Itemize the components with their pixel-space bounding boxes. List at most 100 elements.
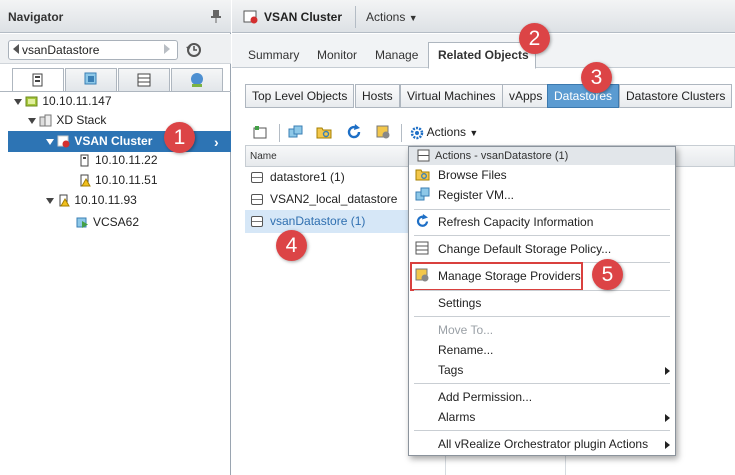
menu-item-register-vm[interactable]: Register VM... — [438, 188, 514, 202]
tree-item-vm[interactable]: VCSA62 — [76, 212, 139, 232]
browse-files-icon — [415, 169, 430, 181]
page-title: VSAN Cluster — [264, 10, 343, 24]
tree-label: 10.10.11.147 — [42, 94, 112, 108]
tree-label: VSAN Cluster — [74, 134, 153, 148]
menu-separator — [414, 209, 670, 210]
tree-item-host-b[interactable]: 10.10.11.51 — [78, 170, 158, 190]
tree-label: XD Stack — [56, 113, 107, 127]
submenu-arrow-icon — [665, 367, 670, 375]
row-label: datastore1 (1) — [270, 170, 345, 184]
browse-files-icon[interactable] — [316, 124, 332, 140]
refresh-icon — [416, 214, 429, 227]
tree-item-host-top[interactable]: 10.10.11.147 — [14, 91, 112, 111]
table-row-selected[interactable]: vsanDatastore (1) — [245, 210, 410, 233]
menu-separator — [414, 235, 670, 236]
pin-icon[interactable] — [210, 9, 224, 23]
callout-badge: 2 — [519, 23, 550, 54]
submenu-arrow-icon — [665, 414, 670, 422]
row-label: VSAN2_local_datastore — [270, 192, 398, 206]
tree-item-xd-stack[interactable]: XD Stack — [28, 110, 106, 130]
caret-down-icon: ▼ — [469, 128, 479, 138]
subtab-top-level-objects[interactable]: Top Level Objects — [245, 84, 355, 108]
tree-item-host-a[interactable]: 10.10.11.22 — [78, 150, 158, 170]
callout-badge: 3 — [581, 62, 612, 93]
row-label: vsanDatastore (1) — [270, 214, 366, 228]
manage-storage-icon — [415, 268, 429, 282]
menu-item-settings[interactable]: Settings — [438, 296, 481, 310]
callout-badge: 5 — [592, 259, 623, 290]
new-datastore-icon[interactable] — [252, 124, 268, 140]
tree-item-host-c[interactable]: 10.10.11.93 — [46, 190, 137, 210]
tab-storage[interactable] — [118, 68, 170, 92]
hosts-clusters-icon — [32, 73, 43, 87]
back-arrow-icon — [13, 44, 19, 54]
subtab-hosts[interactable]: Hosts — [355, 84, 400, 108]
expand-icon[interactable] — [14, 98, 22, 105]
tree-label: 10.10.11.22 — [95, 153, 158, 167]
tree-label: 10.10.11.93 — [74, 193, 137, 207]
toolbar-divider — [279, 124, 280, 142]
subtab-virtual-machines[interactable]: Virtual Machines — [400, 84, 503, 108]
tree-label: 10.10.11.51 — [95, 173, 158, 187]
tab-manage[interactable]: Manage — [375, 48, 418, 62]
chevron-right-icon[interactable]: › — [214, 134, 219, 150]
gear-icon — [410, 126, 424, 140]
datacenter-building-icon — [39, 114, 52, 127]
storage-icon — [137, 73, 151, 87]
register-vm-icon[interactable] — [288, 124, 304, 140]
actions-label: Actions — [366, 10, 406, 24]
tree-label: VCSA62 — [93, 215, 140, 229]
header-divider — [355, 6, 356, 28]
manage-storage-icon[interactable] — [375, 124, 391, 140]
tab-vms-templates[interactable] — [65, 68, 117, 92]
expand-icon[interactable] — [46, 197, 54, 204]
caret-down-icon: ▼ — [408, 13, 418, 23]
callout-badge: 4 — [276, 230, 307, 261]
storage-policy-icon — [415, 241, 429, 255]
menu-item-refresh-capacity[interactable]: Refresh Capacity Information — [438, 215, 593, 229]
menu-item-rename[interactable]: Rename... — [438, 343, 493, 357]
actions-menu-button[interactable]: Actions ▼ — [366, 10, 418, 24]
datastore-icon — [251, 194, 263, 206]
tree-item-vsan-cluster-content[interactable]: VSAN Cluster — [46, 131, 152, 151]
column-header-name[interactable]: Name — [250, 151, 277, 162]
refresh-icon[interactable] — [346, 124, 362, 140]
tab-related-objects[interactable]: Related Objects — [438, 48, 529, 62]
menu-item-change-storage-policy[interactable]: Change Default Storage Policy... — [438, 242, 611, 256]
networking-icon — [191, 73, 203, 87]
menu-item-alarms[interactable]: Alarms — [438, 410, 475, 424]
menu-separator — [414, 430, 670, 431]
back-label: vsanDatastore — [22, 43, 100, 57]
toolbar-actions-label: Actions — [426, 125, 467, 139]
menu-item-manage-storage-providers[interactable]: Manage Storage Providers — [438, 269, 581, 283]
menu-separator — [414, 316, 670, 317]
menu-item-vrealize-orchestrator[interactable]: All vRealize Orchestrator plugin Actions — [438, 437, 648, 451]
host-icon — [80, 154, 89, 167]
tab-hosts-clusters[interactable] — [12, 68, 64, 92]
expand-icon[interactable] — [46, 138, 54, 145]
table-row[interactable]: VSAN2_local_datastore — [245, 188, 410, 211]
forward-arrow-icon[interactable] — [164, 44, 170, 54]
host-warning-icon — [59, 194, 71, 207]
table-row[interactable]: datastore1 (1) — [245, 166, 410, 189]
subtab-vapps[interactable]: vApps — [502, 84, 550, 108]
menu-item-move-to: Move To... — [438, 323, 494, 337]
menu-item-tags[interactable]: Tags — [438, 363, 463, 377]
history-icon[interactable] — [185, 41, 203, 59]
toolbar-actions-button[interactable]: Actions ▼ — [410, 125, 478, 140]
menu-separator — [414, 383, 670, 384]
vm-running-icon — [76, 217, 88, 229]
context-menu-title: Actions - vsanDatastore (1) — [435, 150, 569, 162]
toolbar-divider — [401, 124, 402, 142]
menu-item-browse-files[interactable]: Browse Files — [438, 168, 507, 182]
tab-monitor[interactable]: Monitor — [317, 48, 357, 62]
tab-summary[interactable]: Summary — [248, 48, 299, 62]
expand-icon[interactable] — [28, 117, 36, 124]
datastore-icon — [251, 216, 263, 228]
datastore-icon — [417, 149, 430, 162]
menu-separator — [414, 290, 670, 291]
menu-item-add-permission[interactable]: Add Permission... — [438, 390, 532, 404]
subtab-datastore-clusters[interactable]: Datastore Clusters — [619, 84, 733, 108]
tab-networking[interactable] — [171, 68, 223, 92]
navigator-title: Navigator — [8, 10, 64, 24]
